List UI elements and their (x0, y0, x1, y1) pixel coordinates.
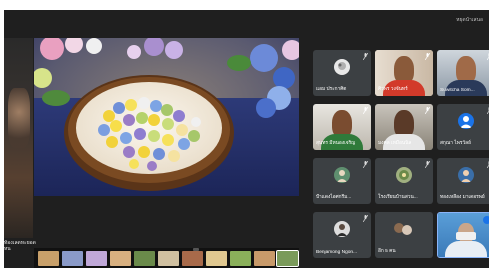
avatar (334, 167, 350, 183)
slide-thumbnail[interactable] (254, 251, 275, 266)
mic-muted-icon (487, 53, 489, 60)
participant-tile[interactable]: ศิวพร วงจันทร์ (375, 50, 433, 96)
avatar (334, 221, 350, 237)
participant-tile[interactable]: แอม ประกาศิต (313, 50, 371, 96)
participant-name: แอม ประกาศิต (316, 87, 347, 92)
participant-name: ทองเหลือง มาเดอรพย์ (440, 195, 485, 200)
participant-name: Benjamong Ngon... (316, 250, 358, 255)
participant-grid: แอม ประกาศิต ศิวพร วงจันทร์ Suwitcha Som… (300, 50, 489, 265)
participant-name: โรงเรียนบ้านสวน... (378, 195, 418, 200)
mic-muted-icon (363, 107, 368, 114)
mic-muted-icon (363, 161, 368, 168)
slide-thumbnail[interactable] (134, 251, 155, 266)
slide-thumbnail[interactable] (38, 251, 59, 266)
speaking-indicator-icon (483, 216, 489, 224)
participant-tile[interactable]: มงคล เหมือนนิล (375, 104, 433, 150)
avatar (334, 59, 350, 75)
participant-tile[interactable]: โรงเรียนบ้านสวน... (375, 158, 433, 204)
mic-muted-icon (487, 161, 489, 168)
stop-presenting-link[interactable]: หยุดนำเสนอ (456, 16, 483, 24)
participant-name: Suwitcha Som... (440, 88, 475, 93)
slide-thumbnail[interactable] (230, 251, 251, 266)
mic-muted-icon (425, 161, 430, 168)
mic-muted-icon (487, 107, 489, 114)
self-view-tile[interactable] (437, 212, 489, 258)
participant-name: มงคล เหมือนนิล (378, 141, 412, 146)
participant-tile[interactable]: Suwitcha Som... (437, 50, 489, 96)
mic-muted-icon (363, 215, 368, 222)
mic-muted-icon (425, 53, 430, 60)
slide-thumbnail[interactable] (62, 251, 83, 266)
slide-thumbnail[interactable] (206, 251, 227, 266)
slide-thumbnail[interactable] (110, 251, 131, 266)
shared-screen-photo (34, 38, 299, 196)
slide-thumbnail[interactable] (182, 251, 203, 266)
side-caption-line2: หน (4, 246, 11, 252)
participant-tile[interactable]: สกุณา ไพรวัลย์ (437, 104, 489, 150)
participant-tile[interactable]: ป้าแดงไอศกรีม... (313, 158, 371, 204)
participant-tile[interactable]: Benjamong Ngon... (313, 212, 371, 258)
avatar (458, 167, 474, 183)
dessert-bowl-image (34, 38, 299, 196)
participant-tile[interactable]: ทองเหลือง มาเดอรพย์ (437, 158, 489, 204)
face-mask (456, 232, 476, 240)
side-caption: ท้องเลดหะยอด หน (4, 240, 38, 252)
more-participants-label: อีก 5 คน (378, 249, 396, 254)
slide-thumbnail-selected[interactable] (276, 250, 299, 267)
participant-name: สุนทร มีหนองเจริญ (316, 141, 356, 146)
avatar (402, 225, 412, 235)
participant-name: ป้าแดงไอศกรีม... (316, 195, 352, 200)
meet-window: ท้องเลดหะยอด หน หยุดนำเสนอ แอม ประกาศิต … (4, 10, 489, 268)
participant-name: สกุณา ไพรวัลย์ (440, 141, 471, 146)
participant-tile[interactable]: สุนทร มีหนองเจริญ (313, 104, 371, 150)
mic-muted-icon (363, 53, 368, 60)
avatar (458, 113, 474, 129)
previous-slide-strip (4, 38, 33, 238)
slide-thumbnail[interactable] (158, 251, 179, 266)
participant-name: ศิวพร วงจันทร์ (378, 87, 408, 92)
avatar (396, 167, 412, 183)
slide-filmstrip (34, 248, 299, 268)
mic-muted-icon (425, 107, 430, 114)
slide-thumbnail[interactable] (86, 251, 107, 266)
more-participants-tile[interactable]: อีก 5 คน (375, 212, 433, 258)
